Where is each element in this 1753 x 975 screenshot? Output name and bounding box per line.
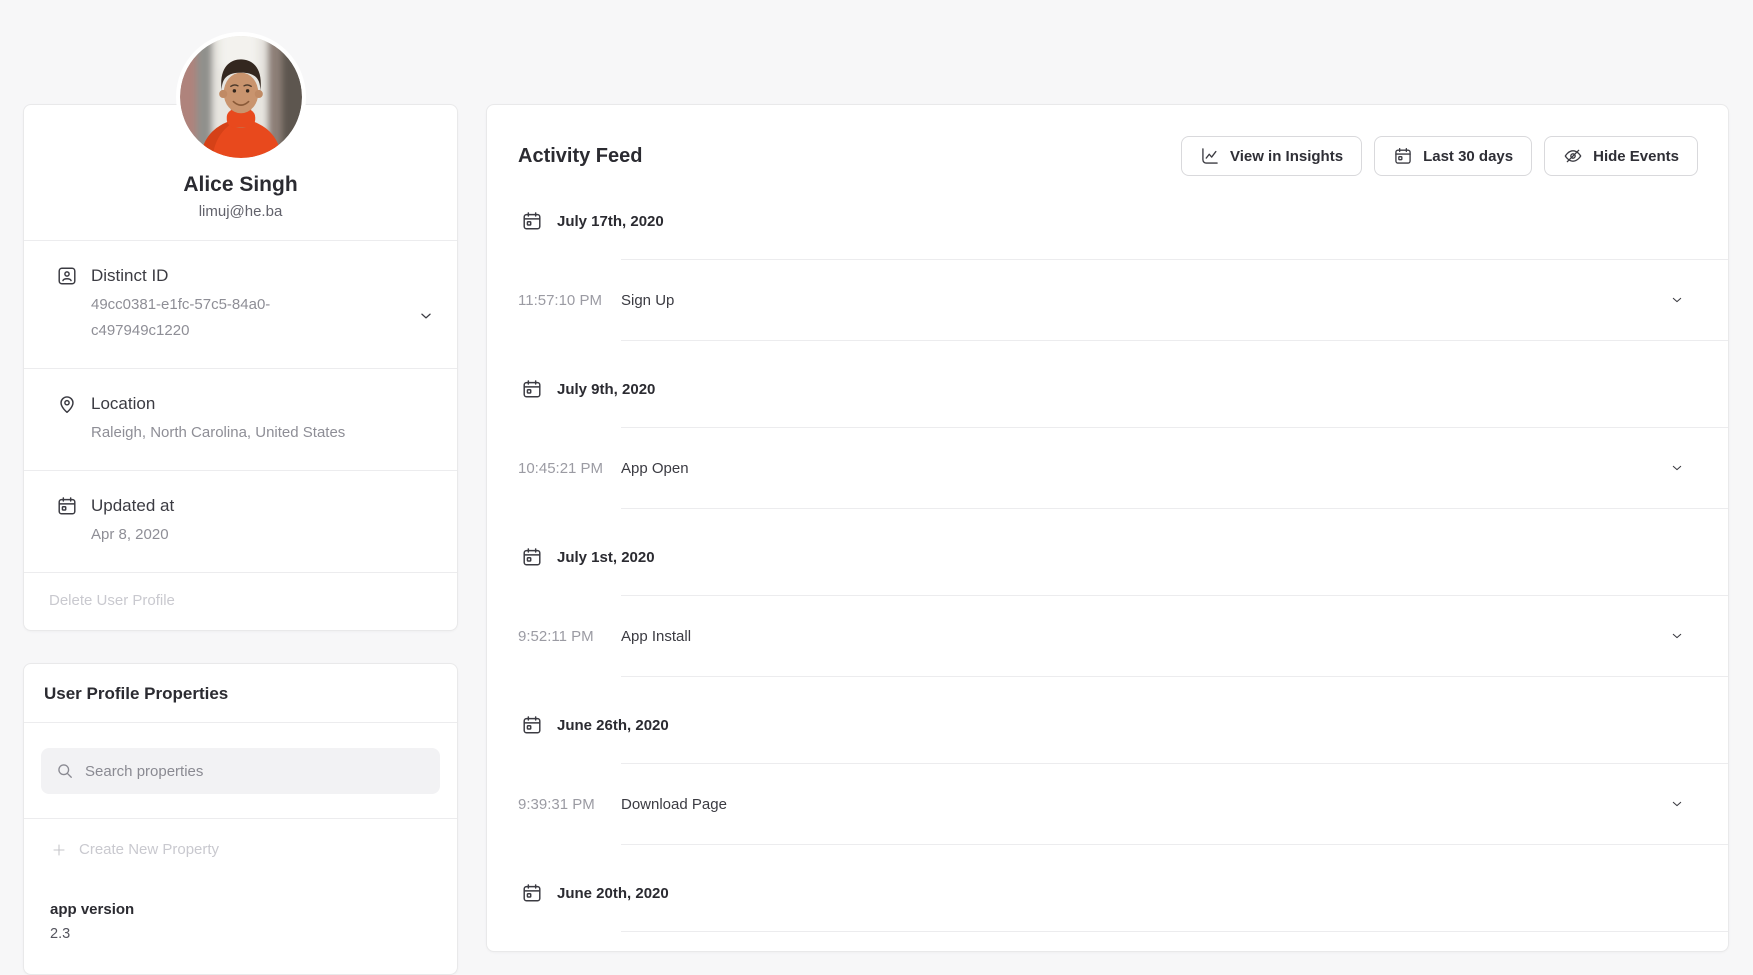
button-label: View in Insights (1230, 148, 1343, 165)
profile-name: Alice Singh (44, 173, 437, 197)
view-in-insights-button[interactable]: View in Insights (1181, 136, 1362, 176)
avatar-photo-illustration (180, 36, 302, 158)
chevron-down-icon[interactable] (1669, 796, 1685, 812)
date-header: June 26th, 2020 (521, 703, 1698, 747)
plus-icon (51, 842, 67, 858)
calendar-icon (521, 546, 543, 568)
date-header: June 20th, 2020 (521, 871, 1698, 915)
create-new-property-button[interactable]: Create New Property (24, 819, 457, 882)
event-name: App Open (621, 460, 689, 477)
left-column: Alice Singh limuj@he.ba Distinct ID 49cc… (23, 104, 458, 975)
chevron-down-icon[interactable] (417, 307, 435, 325)
date-label: July 1st, 2020 (557, 549, 655, 566)
page-layout: Alice Singh limuj@he.ba Distinct ID 49cc… (0, 0, 1753, 975)
calendar-icon (521, 714, 543, 736)
insights-chart-icon (1200, 146, 1220, 166)
delete-user-profile-button[interactable]: Delete User Profile (24, 573, 457, 630)
distinct-id-line-2: c497949c1220 (91, 318, 270, 344)
calendar-icon (521, 378, 543, 400)
date-header: July 9th, 2020 (521, 367, 1698, 411)
location-pin-icon (56, 393, 78, 415)
activity-feed-title: Activity Feed (518, 145, 1181, 168)
field-label: Distinct ID (91, 264, 270, 288)
chevron-down-icon[interactable] (1669, 460, 1685, 476)
chevron-down-icon[interactable] (1669, 292, 1685, 308)
eye-off-icon (1563, 146, 1583, 166)
chevron-down-icon[interactable] (1669, 628, 1685, 644)
button-label: Hide Events (1593, 148, 1679, 165)
properties-title: User Profile Properties (24, 664, 457, 723)
date-label: June 20th, 2020 (557, 885, 669, 902)
profile-email: limuj@he.ba (44, 203, 437, 220)
event-time: 11:57:10 PM (518, 292, 602, 309)
calendar-icon (521, 210, 543, 232)
event-time: 9:39:31 PM (518, 796, 595, 813)
field-value: 49cc0381-e1fc-57c5-84a0- c497949c1220 (91, 292, 270, 344)
field-value: Raleigh, North Carolina, United States (91, 420, 345, 446)
user-profile-properties-card: User Profile Properties Create New Prope… (23, 663, 458, 975)
field-distinct-id: Distinct ID 49cc0381-e1fc-57c5-84a0- c49… (24, 241, 457, 369)
event-time: 10:45:21 PM (518, 460, 603, 477)
event-name: Download Page (621, 796, 727, 813)
date-header: July 17th, 2020 (521, 199, 1698, 243)
field-distinct-id-body: Distinct ID 49cc0381-e1fc-57c5-84a0- c49… (91, 264, 270, 344)
activity-feed-header: Activity Feed View in Insights Last 30 d… (487, 105, 1728, 179)
event-row[interactable]: 10:45:21 PM App Open (621, 427, 1728, 509)
hide-events-button[interactable]: Hide Events (1544, 136, 1698, 176)
event-name: Sign Up (621, 292, 674, 309)
search-icon (55, 761, 75, 781)
event-name: App Install (621, 628, 691, 645)
date-header: July 1st, 2020 (521, 535, 1698, 579)
event-row[interactable]: 9:39:31 PM Download Page (621, 763, 1728, 845)
property-value: 2.3 (50, 924, 437, 944)
properties-search-area (24, 723, 457, 819)
button-label: Last 30 days (1423, 148, 1513, 165)
event-row[interactable]: 9:52:11 PM App Install (621, 595, 1728, 677)
event-row[interactable]: 11:57:10 PM Sign Up (621, 259, 1728, 341)
search-properties-input[interactable] (41, 748, 440, 794)
contact-card-icon (56, 265, 78, 287)
property-name: app version (50, 900, 437, 920)
activity-feed-card: Activity Feed View in Insights Last 30 d… (486, 104, 1729, 952)
calendar-icon (1393, 146, 1413, 166)
field-label: Updated at (91, 494, 174, 518)
field-location-body: Location Raleigh, North Carolina, United… (91, 392, 345, 446)
field-updated-at-body: Updated at Apr 8, 2020 (91, 494, 174, 548)
date-label: July 9th, 2020 (557, 381, 655, 398)
create-new-property-label: Create New Property (79, 841, 219, 858)
calendar-icon (56, 495, 78, 517)
activity-feed-actions: View in Insights Last 30 days Hide Event… (1181, 136, 1698, 176)
event-time: 9:52:11 PM (518, 628, 594, 645)
property-item: app version 2.3 (24, 882, 457, 975)
field-value: Apr 8, 2020 (91, 522, 174, 548)
search-box (41, 748, 440, 794)
date-label: June 26th, 2020 (557, 717, 669, 734)
field-updated-at: Updated at Apr 8, 2020 (24, 471, 457, 573)
calendar-icon (521, 882, 543, 904)
avatar (176, 32, 306, 162)
distinct-id-line-1: 49cc0381-e1fc-57c5-84a0- (91, 292, 270, 318)
date-label: July 17th, 2020 (557, 213, 664, 230)
field-location: Location Raleigh, North Carolina, United… (24, 369, 457, 471)
date-range-button[interactable]: Last 30 days (1374, 136, 1532, 176)
event-row-divider (621, 931, 1728, 951)
user-profile-card: Alice Singh limuj@he.ba Distinct ID 49cc… (23, 104, 458, 631)
field-label: Location (91, 392, 345, 416)
